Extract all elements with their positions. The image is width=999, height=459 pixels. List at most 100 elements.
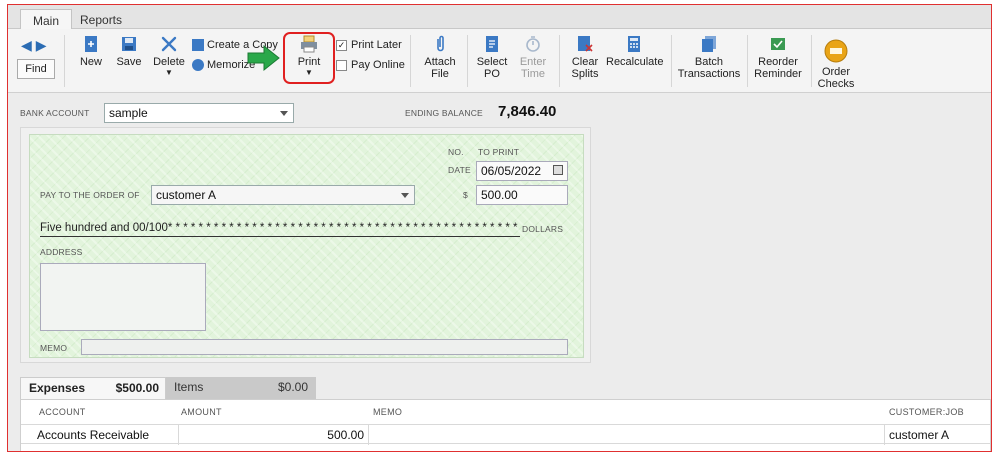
clear-splits-label-1: Clear [571,56,599,68]
written-amount: Five hundred and 00/100* * * * * * * * *… [40,222,520,237]
toolbar-divider [467,35,468,87]
ending-balance-label: ENDING BALANCE [405,108,483,118]
check-no-value[interactable]: TO PRINT [478,147,519,157]
check-no-label: NO. [448,147,464,157]
new-button[interactable]: New [76,35,106,68]
bank-account-row: BANK ACCOUNT sample ENDING BALANCE 7,846… [20,103,980,125]
chevron-down-icon[interactable] [280,111,288,116]
select-po-button[interactable]: Select PO [475,35,509,80]
find-button[interactable]: Find [17,59,55,79]
amount-cell[interactable]: 500.00 [179,425,369,445]
customer-job-column-header[interactable]: CUSTOMER:JOB [889,407,964,417]
new-label: New [79,56,102,68]
previous-arrow-icon[interactable]: ◀ [21,37,36,53]
check-window: Main Reports ◀▶ Find New Save Delete ▼ C… [7,4,992,452]
expenses-grid: ACCOUNT AMOUNT MEMO CUSTOMER:JOB Account… [20,399,991,451]
next-arrow-icon[interactable]: ▶ [36,37,51,53]
delete-label: Delete [153,56,185,68]
recalculate-button[interactable]: Recalculate [606,35,663,68]
bank-account-select[interactable]: sample [104,103,294,123]
address-field[interactable] [40,263,206,331]
account-cell[interactable]: Accounts Receivable [33,425,179,445]
toolbar-divider [559,35,560,87]
bank-account-label: BANK ACCOUNT [20,108,90,118]
date-value: 06/05/2022 [481,164,542,178]
batch-label-1: Batch [694,56,724,68]
toolbar-divider [747,35,748,87]
reorder-reminder-icon [771,38,785,50]
toolbar-divider [811,35,812,87]
expenses-tab-amount: $500.00 [115,381,159,395]
stopwatch-icon [526,36,540,52]
prev-next-arrows[interactable]: ◀▶ [21,37,51,54]
clear-splits-icon [578,36,593,52]
payee-select[interactable]: customer A [151,185,415,205]
date-field[interactable]: 06/05/2022 [476,161,568,181]
paperclip-icon [437,35,444,52]
amount-field[interactable]: 500.00 [476,185,568,205]
print-later-check-icon[interactable]: ✓ [336,39,347,51]
pay-online-check-icon[interactable] [336,59,347,71]
order-checks-icon [824,39,848,63]
tab-expenses[interactable]: Expenses $500.00 [20,377,166,399]
reorder-label-2: Reminder [754,68,802,80]
pay-online-label: Pay Online [351,59,405,71]
date-label: DATE [448,165,471,175]
ribbon-tabbar: Main Reports [8,5,991,30]
print-later-label: Print Later [351,39,402,51]
batch-transactions-icon [702,36,716,52]
calendar-icon[interactable] [553,165,563,175]
print-highlight-box [283,32,335,84]
check-face: NO. TO PRINT DATE 06/05/2022 PAY TO THE … [29,134,584,358]
account-column-header[interactable]: ACCOUNT [39,407,86,417]
dollar-sign: $ [463,190,468,200]
memo-column-header[interactable]: MEMO [373,407,402,417]
memo-cell[interactable] [369,425,885,445]
address-label: ADDRESS [40,247,83,257]
reorder-reminder-button[interactable]: Reorder Reminder [753,35,803,80]
customer-job-cell[interactable]: customer A [885,425,991,445]
batch-transactions-button[interactable]: Batch Transactions [677,35,741,80]
toolbar-divider [410,35,411,87]
tab-reports[interactable]: Reports [68,9,134,30]
attach-label-2: File [431,68,449,80]
print-later-checkbox[interactable]: ✓ Print Later [336,39,402,51]
enter-time-label-1: Enter [519,56,547,68]
clear-splits-label-2: Splits [571,68,599,80]
clear-splits-button[interactable]: Clear Splits [567,35,603,80]
reorder-label-1: Reorder [758,56,798,68]
select-po-label-2: PO [484,68,500,80]
memorize-icon [192,59,204,72]
chevron-down-icon[interactable] [401,193,409,198]
select-po-label-1: Select [476,56,508,68]
tab-items[interactable]: Items $0.00 [166,377,316,399]
items-tab-amount: $0.00 [277,380,308,394]
toolbar-divider [64,35,65,87]
toolbar: ◀▶ Find New Save Delete ▼ Create a Copy … [8,29,991,93]
delete-dropdown-icon[interactable]: ▼ [152,68,186,78]
save-button[interactable]: Save [114,35,144,68]
batch-label-2: Transactions [677,68,741,80]
enter-time-label-2: Time [520,68,546,80]
order-checks-label-2: Checks [817,78,855,90]
pay-online-checkbox[interactable]: Pay Online [336,59,405,71]
ending-balance-value: 7,846.40 [498,103,557,120]
order-checks-button[interactable]: Order Checks [816,39,856,90]
table-row[interactable]: Accounts Receivable 500.00 customer A [21,424,991,445]
tab-main[interactable]: Main [20,9,73,30]
enter-time-button[interactable]: Enter Time [516,35,550,80]
delete-button[interactable]: Delete ▼ [152,35,186,78]
amount-column-header[interactable]: AMOUNT [181,407,222,417]
attach-label-1: Attach [424,56,456,68]
memo-label: MEMO [40,343,68,353]
pay-to-label: PAY TO THE ORDER OF [40,190,140,200]
expenses-tab-label: Expenses [29,381,86,395]
check-panel: NO. TO PRINT DATE 06/05/2022 PAY TO THE … [20,127,591,363]
items-tab-label: Items [174,380,204,394]
memo-field[interactable] [81,339,568,355]
attach-file-button[interactable]: Attach File [420,35,460,80]
green-arrow-icon [247,44,280,72]
amount-value: 500.00 [481,188,518,202]
save-disk-icon [122,37,136,51]
bank-account-value: sample [109,106,148,120]
